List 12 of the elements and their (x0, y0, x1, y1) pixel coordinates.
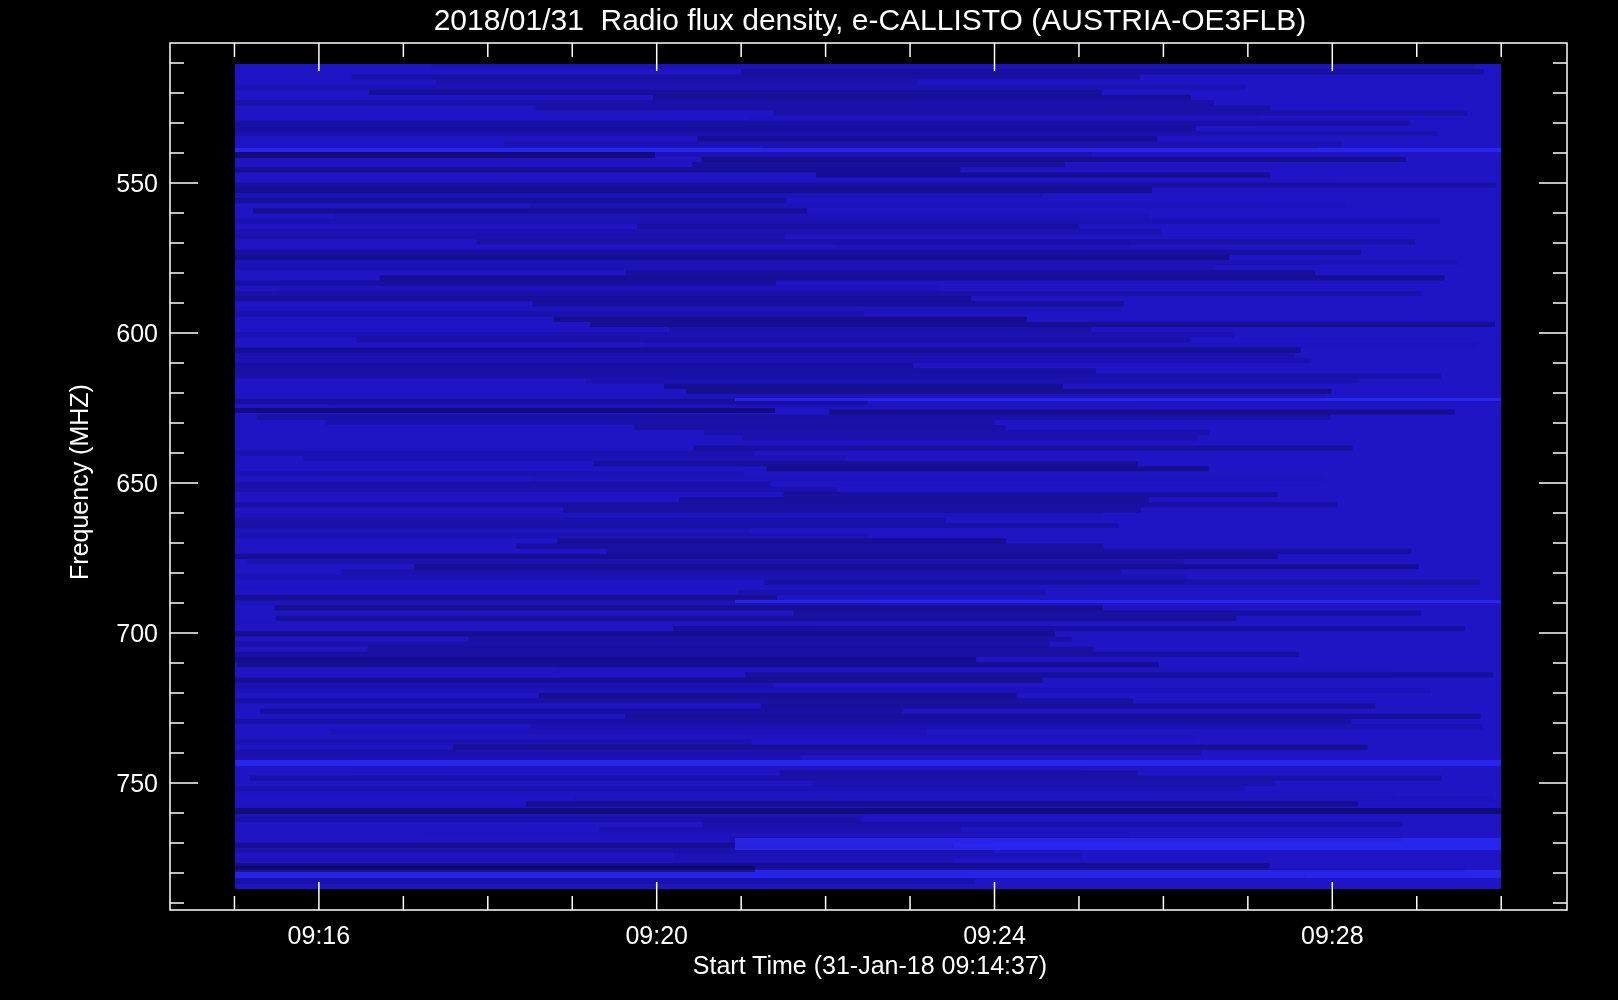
x-tick-label: 09:16 (287, 921, 351, 949)
x-tick-label: 09:20 (625, 921, 688, 949)
y-tick-label: 550 (116, 169, 158, 197)
y-tick-label: 650 (116, 469, 158, 497)
y-tick-label: 700 (116, 619, 158, 647)
y-tick-label: 600 (116, 319, 158, 347)
y-tick-label: 750 (116, 769, 158, 797)
x-tick-label: 09:28 (1301, 921, 1364, 949)
y-axis-label: Frequency (MHZ) (65, 384, 93, 580)
x-axis-label: Start Time (31-Jan-18 09:14:37) (692, 951, 1048, 979)
x-tick-label: 09:24 (963, 921, 1026, 949)
chart-title: 2018/01/31 Radio flux density, e-CALLISTO (AUSTRIA-OE3FLB) (433, 3, 1307, 36)
